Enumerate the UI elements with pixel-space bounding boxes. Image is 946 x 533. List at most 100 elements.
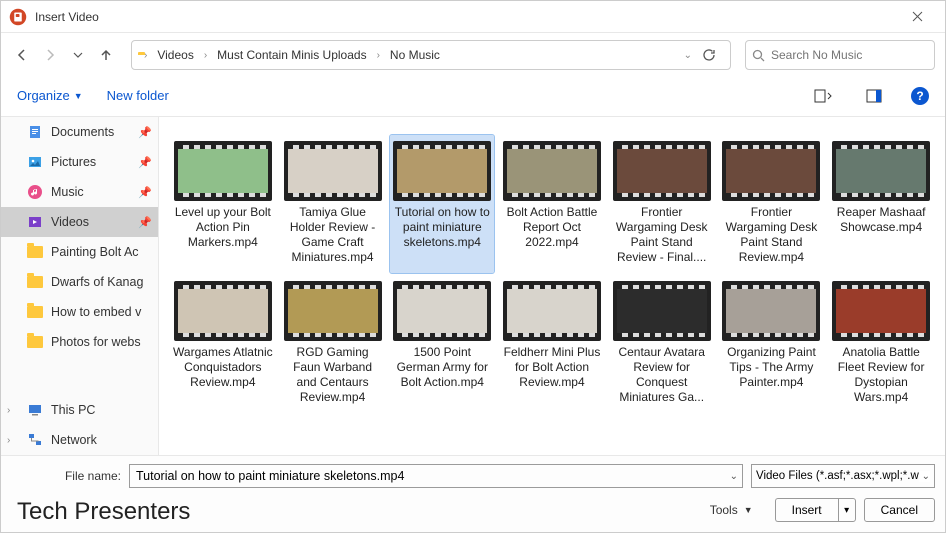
back-button[interactable] — [11, 44, 33, 66]
video-thumbnail — [284, 281, 382, 341]
search-box[interactable] — [745, 40, 935, 70]
filename-label: File name: — [11, 469, 121, 483]
filetype-dropdown[interactable]: Video Files (*.asf;*.asx;*.wpl;*.w⌄ — [751, 464, 935, 488]
app-icon — [9, 8, 27, 26]
sidebar-item[interactable]: Documents 📌 — [1, 117, 158, 147]
pin-icon: 📌 — [138, 186, 150, 199]
video-icon — [27, 214, 43, 230]
refresh-button[interactable] — [702, 48, 724, 62]
video-thumbnail — [174, 281, 272, 341]
sidebar: Documents 📌 Pictures📌 Music 📌 Videos📌Painting… — [1, 117, 159, 455]
file-name: RGD Gaming Faun Warband and Centaurs Rev… — [283, 345, 383, 405]
address-dropdown[interactable]: ⌄ — [680, 50, 696, 61]
search-input[interactable] — [771, 48, 928, 62]
file-name: 1500 Point German Army for Bolt Action.m… — [392, 345, 492, 390]
sidebar-item[interactable]: Pictures📌 — [1, 147, 158, 177]
file-item[interactable]: Tamiya Glue Holder Review - Game Craft M… — [281, 135, 385, 273]
sidebar-item[interactable]: › Network — [1, 425, 158, 455]
expand-icon[interactable]: › — [7, 435, 10, 446]
sidebar-item[interactable]: Painting Bolt Ac — [1, 237, 158, 267]
chevron-down-icon[interactable]: ⌄ — [919, 471, 930, 482]
file-item[interactable]: RGD Gaming Faun Warband and Centaurs Rev… — [281, 275, 385, 413]
preview-pane-button[interactable] — [861, 85, 887, 107]
forward-button[interactable] — [39, 44, 61, 66]
expand-icon[interactable]: › — [7, 405, 10, 416]
file-name: Organizing Paint Tips - The Army Painter… — [722, 345, 822, 390]
insert-button[interactable]: Insert ▾ — [775, 498, 856, 522]
video-thumbnail — [393, 281, 491, 341]
up-button[interactable] — [95, 44, 117, 66]
close-button[interactable] — [897, 3, 937, 31]
sidebar-item[interactable]: Photos for webs — [1, 327, 158, 357]
organize-menu[interactable]: Organize▼ — [17, 88, 83, 103]
sidebar-item[interactable]: Videos📌 — [1, 207, 158, 237]
help-button[interactable]: ? — [911, 87, 929, 105]
chevron-down-icon[interactable]: ⌄ — [730, 471, 738, 482]
file-item[interactable]: Centaur Avatara Review for Conquest Mini… — [610, 275, 714, 413]
sidebar-item-label: Videos — [51, 215, 89, 229]
video-thumbnail — [613, 141, 711, 201]
sidebar-item-label: Dwarfs of Kanag — [51, 275, 143, 289]
music-icon — [27, 184, 43, 200]
breadcrumb[interactable]: Must Contain Minis Uploads — [213, 46, 370, 64]
file-name: Feldherr Mini Plus for Bolt Action Revie… — [502, 345, 602, 390]
file-name: Frontier Wargaming Desk Paint Stand Revi… — [612, 205, 712, 265]
file-name: Centaur Avatara Review for Conquest Mini… — [612, 345, 712, 405]
sidebar-item[interactable]: How to embed v — [1, 297, 158, 327]
folder-icon — [27, 274, 43, 290]
video-thumbnail — [284, 141, 382, 201]
sidebar-item-label: Documents — [51, 125, 114, 139]
file-item[interactable]: Anatolia Battle Fleet Review for Dystopi… — [829, 275, 933, 413]
cancel-button[interactable]: Cancel — [864, 498, 935, 522]
sidebar-item-label: Network — [51, 433, 97, 447]
insert-dropdown[interactable]: ▾ — [838, 498, 856, 522]
chevron-right-icon: › — [204, 50, 207, 61]
toolbar: Organize▼ New folder ? — [1, 77, 945, 117]
view-mode-button[interactable] — [811, 85, 837, 107]
video-thumbnail — [722, 141, 820, 201]
window-title: Insert Video — [35, 10, 99, 24]
pin-icon: 📌 — [138, 126, 150, 139]
file-name: Wargames Atlatnic Conquistadors Review.m… — [173, 345, 273, 390]
video-thumbnail — [832, 281, 930, 341]
search-icon — [752, 49, 765, 62]
file-item[interactable]: Frontier Wargaming Desk Paint Stand Revi… — [610, 135, 714, 273]
sidebar-item[interactable]: › This PC — [1, 395, 158, 425]
file-item[interactable]: Level up your Bolt Action Pin Markers.mp… — [171, 135, 275, 273]
breadcrumb[interactable]: Videos — [153, 46, 197, 64]
sidebar-item-label: This PC — [51, 403, 95, 417]
file-item[interactable]: Bolt Action Battle Report Oct 2022.mp4 — [500, 135, 604, 273]
address-bar[interactable]: › Videos › Must Contain Minis Uploads › … — [131, 40, 731, 70]
file-item[interactable]: Reaper Mashaaf Showcase.mp4 — [829, 135, 933, 273]
file-item[interactable]: Tutorial on how to paint miniature skele… — [390, 135, 494, 273]
file-name: Tutorial on how to paint miniature skele… — [392, 205, 492, 250]
file-grid: Level up your Bolt Action Pin Markers.mp… — [159, 117, 945, 455]
sidebar-item-label: Music — [51, 185, 84, 199]
file-item[interactable]: 1500 Point German Army for Bolt Action.m… — [390, 275, 494, 413]
tools-menu[interactable]: Tools▼ — [710, 503, 753, 517]
body: Documents 📌 Pictures📌 Music 📌 Videos📌Painting… — [1, 117, 945, 455]
titlebar: Insert Video — [1, 1, 945, 33]
file-item[interactable]: Organizing Paint Tips - The Army Painter… — [720, 275, 824, 413]
video-thumbnail — [503, 141, 601, 201]
folder-icon — [27, 304, 43, 320]
new-folder-button[interactable]: New folder — [107, 88, 169, 103]
sidebar-item-label: Photos for webs — [51, 335, 141, 349]
video-thumbnail — [722, 281, 820, 341]
file-item[interactable]: Frontier Wargaming Desk Paint Stand Revi… — [720, 135, 824, 273]
file-name: Anatolia Battle Fleet Review for Dystopi… — [831, 345, 931, 405]
net-icon — [27, 432, 43, 448]
file-item[interactable]: Wargames Atlatnic Conquistadors Review.m… — [171, 275, 275, 413]
pc-icon — [27, 402, 43, 418]
pic-icon — [27, 154, 43, 170]
filename-field[interactable]: Tutorial on how to paint miniature skele… — [129, 464, 743, 488]
video-thumbnail — [832, 141, 930, 201]
breadcrumb[interactable]: No Music — [386, 46, 444, 64]
file-name: Tamiya Glue Holder Review - Game Craft M… — [283, 205, 383, 265]
sidebar-item[interactable]: Music 📌 — [1, 177, 158, 207]
file-item[interactable]: Feldherr Mini Plus for Bolt Action Revie… — [500, 275, 604, 413]
dialog-window: Insert Video › Videos › Must Contain Min… — [0, 0, 946, 533]
recent-dropdown[interactable] — [67, 44, 89, 66]
sidebar-item[interactable]: Dwarfs of Kanag — [1, 267, 158, 297]
video-thumbnail — [174, 141, 272, 201]
